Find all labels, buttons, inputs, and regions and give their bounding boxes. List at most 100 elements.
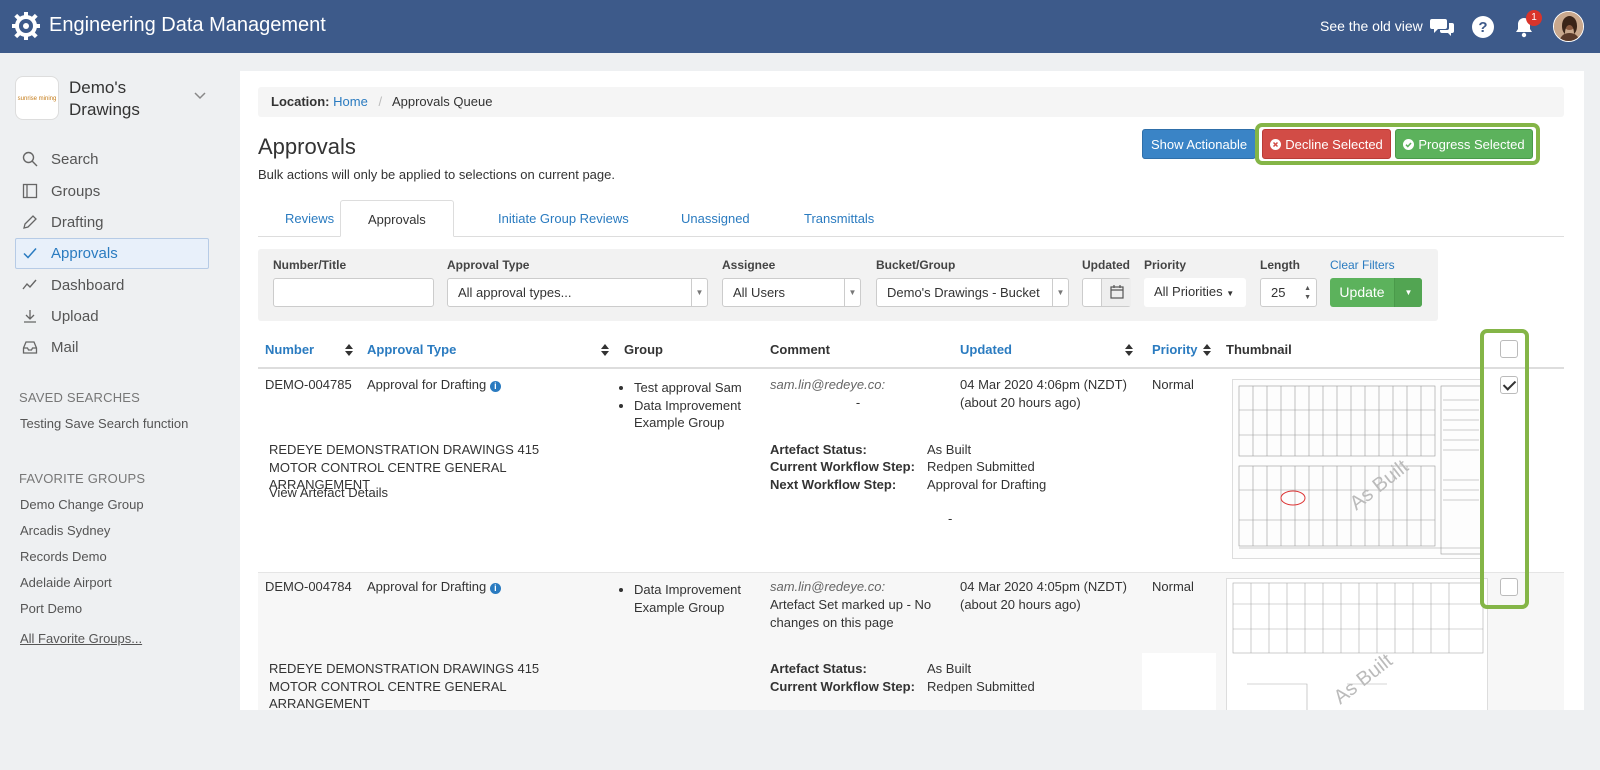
artefact-number-link[interactable]: DEMO-004785 (265, 376, 352, 394)
sidebar-item-label: Approvals (51, 245, 118, 262)
tab-initiate-group-reviews[interactable]: Initiate Group Reviews (471, 200, 656, 237)
tab-transmittals[interactable]: Transmittals (777, 200, 901, 237)
drawing-preview-image: As Built (1227, 579, 1487, 710)
all-favorite-groups-link[interactable]: All Favorite Groups... (20, 631, 142, 646)
comment-text: - (855, 395, 861, 410)
saved-searches-heading: SAVED SEARCHES (19, 390, 141, 405)
group-item: Data Improvement Example Group (634, 397, 758, 432)
assignee-select[interactable]: All Users ▼ (722, 278, 861, 307)
sidebar-item-upload[interactable]: Upload (15, 301, 209, 332)
approval-type-link[interactable]: Approval for Drafting i (367, 376, 501, 394)
close-circle-icon (1270, 139, 1282, 150)
inbox-icon (22, 341, 38, 354)
tab-unassigned[interactable]: Unassigned (654, 200, 777, 237)
clear-filters-link[interactable]: Clear Filters (1330, 258, 1395, 272)
bulk-actions-note: Bulk actions will only be applied to sel… (258, 167, 615, 182)
approval-type-select[interactable]: All approval types... ▼ (447, 278, 708, 307)
sort-icon[interactable] (600, 343, 610, 357)
approval-type-link[interactable]: Approval for Drafting i (367, 578, 501, 596)
updated-date-input[interactable] (1082, 278, 1131, 307)
column-approval-type[interactable]: Approval Type (367, 342, 456, 357)
approval-type-value: All approval types... (458, 285, 572, 300)
org-logo: sunrise mining (15, 76, 59, 120)
favorite-group-link[interactable]: Records Demo (20, 549, 107, 564)
view-artefact-details-link[interactable]: View Artefact Details (269, 484, 388, 502)
table-header: Number Approval Type Group Comment Updat… (258, 332, 1564, 369)
favorite-group-link[interactable]: Port Demo (20, 601, 82, 616)
current-workflow-step-label: Current Workflow Step: (770, 459, 915, 474)
progress-selected-button[interactable]: Progress Selected (1395, 129, 1533, 159)
org-switcher[interactable]: sunrise mining Demo's Drawings (15, 76, 211, 126)
main-panel: Location: Home / Approvals Queue Approva… (240, 71, 1584, 710)
favorite-group-link[interactable]: Adelaide Airport (20, 575, 112, 590)
sidebar-item-groups[interactable]: Groups (15, 176, 209, 207)
sidebar-item-label: Drafting (51, 214, 104, 231)
drawing-thumbnail[interactable]: As Built (1232, 379, 1484, 559)
artefact-title: REDEYE DEMONSTRATION DRAWINGS 415 MOTOR … (269, 661, 540, 710)
artefact-status-label: Artefact Status: (770, 442, 867, 457)
page-title: Approvals (258, 134, 356, 159)
updated-relative: (about 20 hours ago) (960, 597, 1081, 612)
table-row: DEMO-004784 Approval for Drafting i Data… (258, 573, 1564, 710)
breadcrumb-home-link[interactable]: Home (333, 94, 368, 109)
group-list: Test approval Sam Data Improvement Examp… (618, 379, 758, 432)
sidebar-item-dashboard[interactable]: Dashboard (15, 270, 209, 301)
sidebar-item-drafting[interactable]: Drafting (15, 207, 209, 238)
group-list: Data Improvement Example Group (618, 581, 758, 616)
priority-select[interactable]: All Priorities ▼ (1144, 278, 1246, 307)
favorite-group-link[interactable]: Arcadis Sydney (20, 523, 110, 538)
stepper-arrows-icon: ▲ ▼ (1304, 285, 1311, 301)
favorite-group-link[interactable]: Demo Change Group (20, 497, 144, 512)
column-number[interactable]: Number (265, 342, 314, 357)
sort-icon[interactable] (1124, 343, 1134, 357)
comment-text: Artefact Set marked up - No changes on t… (770, 597, 932, 630)
see-old-view-link[interactable]: See the old view (1320, 18, 1423, 34)
calendar-icon (1110, 285, 1124, 299)
upload-icon (24, 310, 36, 323)
length-value: 25 (1271, 285, 1286, 300)
length-select[interactable]: 25 ▲ ▼ (1260, 278, 1317, 307)
sort-icon[interactable] (1202, 343, 1212, 357)
column-priority[interactable]: Priority (1152, 342, 1198, 357)
show-actionable-button[interactable]: Show Actionable (1142, 129, 1256, 159)
sidebar-item-label: Upload (51, 308, 99, 325)
current-workflow-step-value: Redpen Submitted (927, 679, 1035, 694)
saved-search-link[interactable]: Testing Save Search function (20, 416, 188, 431)
chevron-down-icon[interactable] (193, 88, 207, 102)
sidebar: sunrise mining Demo's Drawings Search Gr… (0, 53, 226, 770)
bucket-group-select[interactable]: Demo's Drawings - Bucket ▼ (876, 278, 1069, 307)
top-bar: Engineering Data Management See the old … (0, 0, 1600, 53)
bucket-group-label: Bucket/Group (876, 258, 956, 272)
update-dropdown-toggle[interactable]: ▼ (1394, 278, 1422, 307)
blank-cell (1142, 653, 1216, 710)
help-icon[interactable]: ? (1471, 15, 1495, 39)
drawing-thumbnail[interactable]: As Built (1226, 578, 1488, 710)
column-updated[interactable]: Updated (960, 342, 1012, 357)
gear-logo-icon[interactable] (12, 12, 40, 40)
sidebar-item-search[interactable]: Search (15, 144, 209, 175)
calendar-button[interactable] (1101, 279, 1131, 306)
current-workflow-step-value: Redpen Submitted (927, 459, 1035, 474)
drawing-preview-image: As Built (1233, 380, 1483, 558)
sort-icon[interactable] (344, 343, 354, 357)
number-title-input[interactable] (273, 278, 434, 307)
chat-icon[interactable] (1430, 15, 1454, 39)
table-row: DEMO-004785 Approval for Drafting i Test… (258, 371, 1564, 573)
update-button[interactable]: Update (1330, 278, 1394, 307)
notification-badge: 1 (1526, 10, 1542, 26)
tab-approvals[interactable]: Approvals (340, 200, 454, 237)
priority-value: Normal (1152, 377, 1194, 392)
sidebar-item-label: Search (51, 151, 99, 168)
sidebar-item-label: Dashboard (51, 277, 125, 294)
sidebar-item-mail[interactable]: Mail (15, 332, 209, 363)
decline-selected-button[interactable]: Decline Selected (1262, 129, 1391, 159)
info-icon[interactable]: i (489, 583, 501, 594)
avatar[interactable] (1553, 11, 1584, 42)
info-icon[interactable]: i (489, 381, 501, 392)
comment-author: sam.lin@redeye.co: (770, 377, 886, 392)
progress-selected-label: Progress Selected (1418, 137, 1525, 152)
chevron-down-icon: ▼ (844, 279, 860, 306)
sidebar-item-approvals[interactable]: Approvals (15, 238, 209, 269)
artefact-number-link[interactable]: DEMO-004784 (265, 578, 352, 596)
caret-down-icon: ▼ (1226, 289, 1235, 298)
